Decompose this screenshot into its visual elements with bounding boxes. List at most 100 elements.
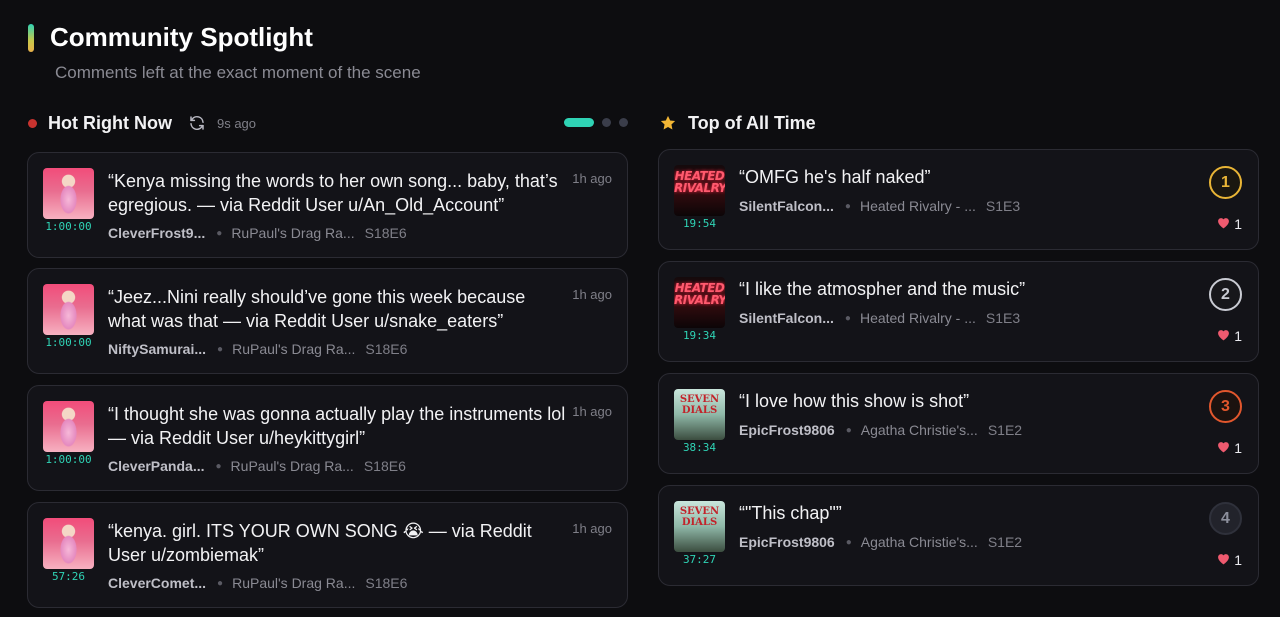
comment-meta: CleverComet... ● RuPaul's Drag Ra... S18… (108, 575, 407, 591)
star-icon (659, 114, 677, 132)
comment-user[interactable]: EpicFrost9806 (739, 534, 835, 550)
comment-user[interactable]: CleverFrost9... (108, 225, 205, 241)
episode-thumbnail (43, 518, 94, 569)
hot-section-title: Hot Right Now (48, 112, 172, 133)
comment-text: “OMFG he's half naked” (739, 167, 931, 187)
timecode: 37:27 (682, 553, 717, 566)
poster-title: HEATED RIVALRY (674, 169, 725, 195)
heart-icon (1217, 552, 1230, 568)
rank-badge: 1 (1209, 166, 1242, 199)
comment-text: “Kenya missing the words to her own song… (108, 171, 558, 215)
live-dot-icon (28, 118, 37, 128)
episode-thumbnail: SEVEN DIALS (674, 389, 725, 440)
episode-code: S18E6 (365, 341, 408, 357)
comment-text: “Jeez...Nini really should’ve gone this … (108, 287, 526, 331)
comment-text: “I thought she was gonna actually play t… (108, 404, 566, 448)
episode-code: S1E2 (987, 422, 1023, 438)
top-section-header: Top of All Time (658, 110, 1259, 136)
top-of-all-time-section: Top of All Time HEATED RIVALRY 19:54 “OM… (658, 110, 1259, 586)
rank-badge: 2 (1209, 278, 1242, 311)
heart-icon (1217, 216, 1230, 232)
rank-badge: 4 (1209, 502, 1242, 535)
separator-dot-icon: ● (217, 343, 224, 355)
timecode: 38:34 (682, 441, 717, 454)
show-title[interactable]: RuPaul's Drag Ra... (231, 225, 354, 241)
like-count[interactable]: 1 (1217, 216, 1242, 232)
timecode: 57:26 (51, 570, 86, 583)
timecode: 1:00:00 (45, 336, 92, 349)
episode-code: S18E6 (364, 225, 407, 241)
episode-code: S1E3 (985, 310, 1021, 326)
like-count[interactable]: 1 (1217, 440, 1242, 456)
show-title[interactable]: Heated Rivalry - ... (860, 310, 976, 326)
top-comment-card[interactable]: SEVEN DIALS 37:27 “"This chap"” EpicFros… (658, 485, 1259, 586)
like-count[interactable]: 1 (1217, 552, 1242, 568)
timecode: 19:54 (682, 217, 717, 230)
accent-bar (28, 24, 34, 52)
pager-dot-active[interactable] (564, 118, 594, 127)
page-subtitle: Comments left at the exact moment of the… (55, 63, 421, 82)
separator-dot-icon: ● (845, 424, 852, 436)
hot-comment-card[interactable]: 1:00:00 “I thought she was gonna actuall… (27, 385, 628, 491)
timecode: 1:00:00 (45, 453, 92, 466)
comment-age: 1h ago (572, 171, 612, 186)
like-count[interactable]: 1 (1217, 328, 1242, 344)
like-count-value: 1 (1234, 440, 1242, 456)
show-title[interactable]: Heated Rivalry - ... (860, 198, 976, 214)
show-title[interactable]: RuPaul's Drag Ra... (232, 341, 355, 357)
timecode: 1:00:00 (45, 220, 92, 233)
comment-user[interactable]: CleverPanda... (108, 458, 205, 474)
comment-meta: SilentFalcon... ● Heated Rivalry - ... S… (739, 198, 1020, 214)
episode-thumbnail (43, 401, 94, 452)
comment-meta: SilentFalcon... ● Heated Rivalry - ... S… (739, 310, 1020, 326)
top-comment-card[interactable]: HEATED RIVALRY 19:34 “I like the atmosph… (658, 261, 1259, 362)
poster-title: SEVEN DIALS (679, 506, 720, 528)
comment-user[interactable]: NiftySamurai... (108, 341, 206, 357)
like-count-value: 1 (1234, 328, 1242, 344)
separator-dot-icon: ● (217, 577, 224, 589)
show-title[interactable]: RuPaul's Drag Ra... (231, 458, 354, 474)
comment-meta: EpicFrost9806 ● Agatha Christie's... S1E… (739, 422, 1022, 438)
timecode: 19:34 (682, 329, 717, 342)
comment-text: “I love how this show is shot” (739, 391, 970, 411)
carousel-pager (564, 118, 628, 127)
episode-thumbnail: HEATED RIVALRY (674, 277, 725, 328)
comment-age: 1h ago (572, 404, 612, 419)
comment-age: 1h ago (572, 287, 612, 302)
comment-meta: EpicFrost9806 ● Agatha Christie's... S1E… (739, 534, 1022, 550)
comment-user[interactable]: SilentFalcon... (739, 198, 834, 214)
show-title[interactable]: Agatha Christie's... (861, 422, 978, 438)
hot-comment-card[interactable]: 57:26 “kenya. girl. ITS YOUR OWN SONG 😭 … (27, 502, 628, 608)
comment-meta: CleverPanda... ● RuPaul's Drag Ra... S18… (108, 458, 406, 474)
rank-badge: 3 (1209, 390, 1242, 423)
like-count-value: 1 (1234, 216, 1242, 232)
comment-meta: NiftySamurai... ● RuPaul's Drag Ra... S1… (108, 341, 407, 357)
episode-code: S18E6 (365, 575, 408, 591)
show-title[interactable]: RuPaul's Drag Ra... (232, 575, 355, 591)
refresh-icon[interactable] (188, 114, 206, 132)
hot-comment-card[interactable]: 1:00:00 “Jeez...Nini really should’ve go… (27, 268, 628, 374)
page-title: Community Spotlight (50, 22, 313, 52)
pager-dot[interactable] (602, 118, 611, 127)
top-comment-card[interactable]: SEVEN DIALS 38:34 “I love how this show … (658, 373, 1259, 474)
comment-meta: CleverFrost9... ● RuPaul's Drag Ra... S1… (108, 225, 407, 241)
comment-user[interactable]: CleverComet... (108, 575, 206, 591)
separator-dot-icon: ● (844, 312, 851, 324)
top-comment-card[interactable]: HEATED RIVALRY 19:54 “OMFG he's half nak… (658, 149, 1259, 250)
like-count-value: 1 (1234, 552, 1242, 568)
comment-user[interactable]: SilentFalcon... (739, 310, 834, 326)
separator-dot-icon: ● (844, 200, 851, 212)
episode-code: S18E6 (363, 458, 406, 474)
episode-thumbnail (43, 168, 94, 219)
hot-right-now-section: Hot Right Now 9s ago 1:00:00 “Kenya miss… (27, 110, 628, 608)
comment-user[interactable]: EpicFrost9806 (739, 422, 835, 438)
hot-comment-card[interactable]: 1:00:00 “Kenya missing the words to her … (27, 152, 628, 258)
episode-thumbnail (43, 284, 94, 335)
episode-thumbnail: HEATED RIVALRY (674, 165, 725, 216)
episode-code: S1E2 (987, 534, 1023, 550)
show-title[interactable]: Agatha Christie's... (861, 534, 978, 550)
pager-dot[interactable] (619, 118, 628, 127)
comment-text: “"This chap"” (739, 503, 842, 523)
poster-title: SEVEN DIALS (679, 394, 720, 416)
last-updated-text: 9s ago (216, 115, 257, 131)
